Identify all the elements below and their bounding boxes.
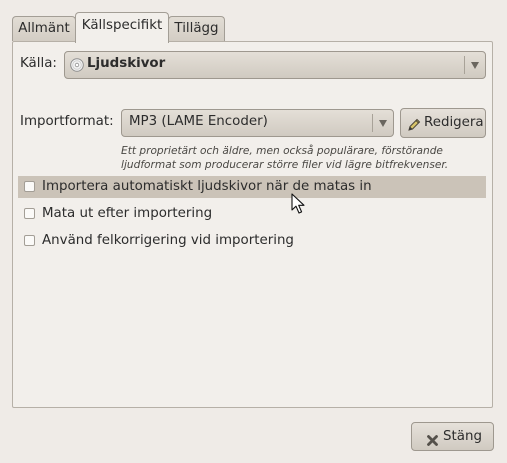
option-error-correction[interactable]: Använd felkorrigering vid importering bbox=[18, 230, 486, 252]
auto-import-checkbox[interactable] bbox=[24, 181, 35, 192]
chevron-down-icon bbox=[379, 120, 387, 127]
error-correction-checkbox[interactable] bbox=[24, 235, 35, 246]
import-format-value: MP3 (LAME Encoder) bbox=[129, 114, 268, 129]
source-combobox[interactable]: Ljudskivor bbox=[64, 51, 486, 79]
source-combo-separator bbox=[464, 56, 465, 74]
edit-button[interactable]: Redigera bbox=[400, 108, 486, 138]
close-button-label: Stäng bbox=[443, 429, 482, 444]
chevron-down-icon bbox=[471, 62, 479, 69]
tab-plugins[interactable]: Tillägg bbox=[168, 16, 225, 41]
tab-source-specific[interactable]: Källspecifikt bbox=[75, 12, 169, 43]
auto-import-label: Importera automatiskt ljudskivor när de … bbox=[42, 179, 372, 194]
close-icon bbox=[426, 430, 439, 446]
description-line-1: Ett proprietärt och äldre, men också pop… bbox=[121, 145, 443, 157]
source-label: Källa: bbox=[20, 56, 57, 71]
eject-after-import-checkbox[interactable] bbox=[24, 208, 35, 219]
eject-after-import-label: Mata ut efter importering bbox=[42, 206, 213, 221]
close-button[interactable]: Stäng bbox=[411, 422, 494, 451]
source-value: Ljudskivor bbox=[87, 56, 166, 71]
tab-general[interactable]: Allmänt bbox=[12, 16, 76, 41]
tab-plugins-label: Tillägg bbox=[174, 21, 219, 36]
option-auto-import[interactable]: Importera automatiskt ljudskivor när de … bbox=[18, 176, 486, 198]
tab-general-label: Allmänt bbox=[18, 21, 70, 36]
cd-icon bbox=[70, 58, 84, 72]
import-format-label: Importformat: bbox=[20, 114, 114, 129]
error-correction-label: Använd felkorrigering vid importering bbox=[42, 233, 294, 248]
import-format-description: Ett proprietärt och äldre, men också pop… bbox=[121, 144, 481, 172]
edit-button-label: Redigera bbox=[424, 115, 484, 130]
pencil-icon bbox=[406, 116, 422, 132]
mouse-cursor-icon bbox=[291, 193, 305, 214]
tab-source-specific-label: Källspecifikt bbox=[81, 18, 163, 33]
option-eject-after-import[interactable]: Mata ut efter importering bbox=[18, 203, 486, 225]
description-line-2: ljudformat som producerar större filer v… bbox=[121, 159, 449, 171]
import-format-combo-separator bbox=[372, 114, 373, 132]
import-format-combobox[interactable]: MP3 (LAME Encoder) bbox=[121, 109, 394, 137]
